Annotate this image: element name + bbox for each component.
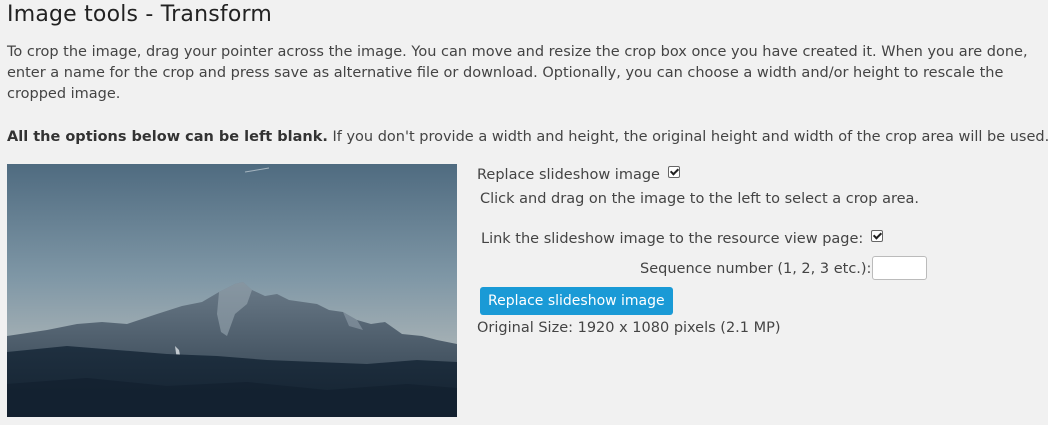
mountain-photo[interactable] bbox=[7, 164, 457, 417]
crop-image-area[interactable] bbox=[7, 164, 457, 417]
link-checkbox[interactable] bbox=[871, 230, 884, 242]
sequence-number-input[interactable] bbox=[872, 256, 927, 280]
original-size: Original Size: 1920 x 1080 pixels (2.1 M… bbox=[477, 320, 781, 336]
replace-slideshow-button[interactable]: Replace slideshow image bbox=[480, 287, 673, 315]
options-note: All the options below can be left blank.… bbox=[7, 127, 1048, 148]
transform-page: Image tools - Transform To crop the imag… bbox=[0, 0, 1048, 425]
options-note-rest: If you don't provide a width and height,… bbox=[327, 129, 1048, 145]
sequence-label: Sequence number (1, 2, 3 etc.): bbox=[640, 261, 872, 277]
page-title: Image tools - Transform bbox=[7, 2, 272, 27]
crop-hint: Click and drag on the image to the left … bbox=[480, 191, 920, 207]
replace-row: Replace slideshow image bbox=[477, 165, 680, 185]
link-label: Link the slideshow image to the resource… bbox=[481, 231, 864, 247]
options-note-bold: All the options below can be left blank. bbox=[7, 129, 328, 145]
replace-checkbox[interactable] bbox=[667, 166, 680, 178]
intro-text: To crop the image, drag your pointer acr… bbox=[7, 44, 1028, 102]
replace-label: Replace slideshow image bbox=[477, 167, 660, 183]
link-row: Link the slideshow image to the resource… bbox=[481, 229, 884, 249]
